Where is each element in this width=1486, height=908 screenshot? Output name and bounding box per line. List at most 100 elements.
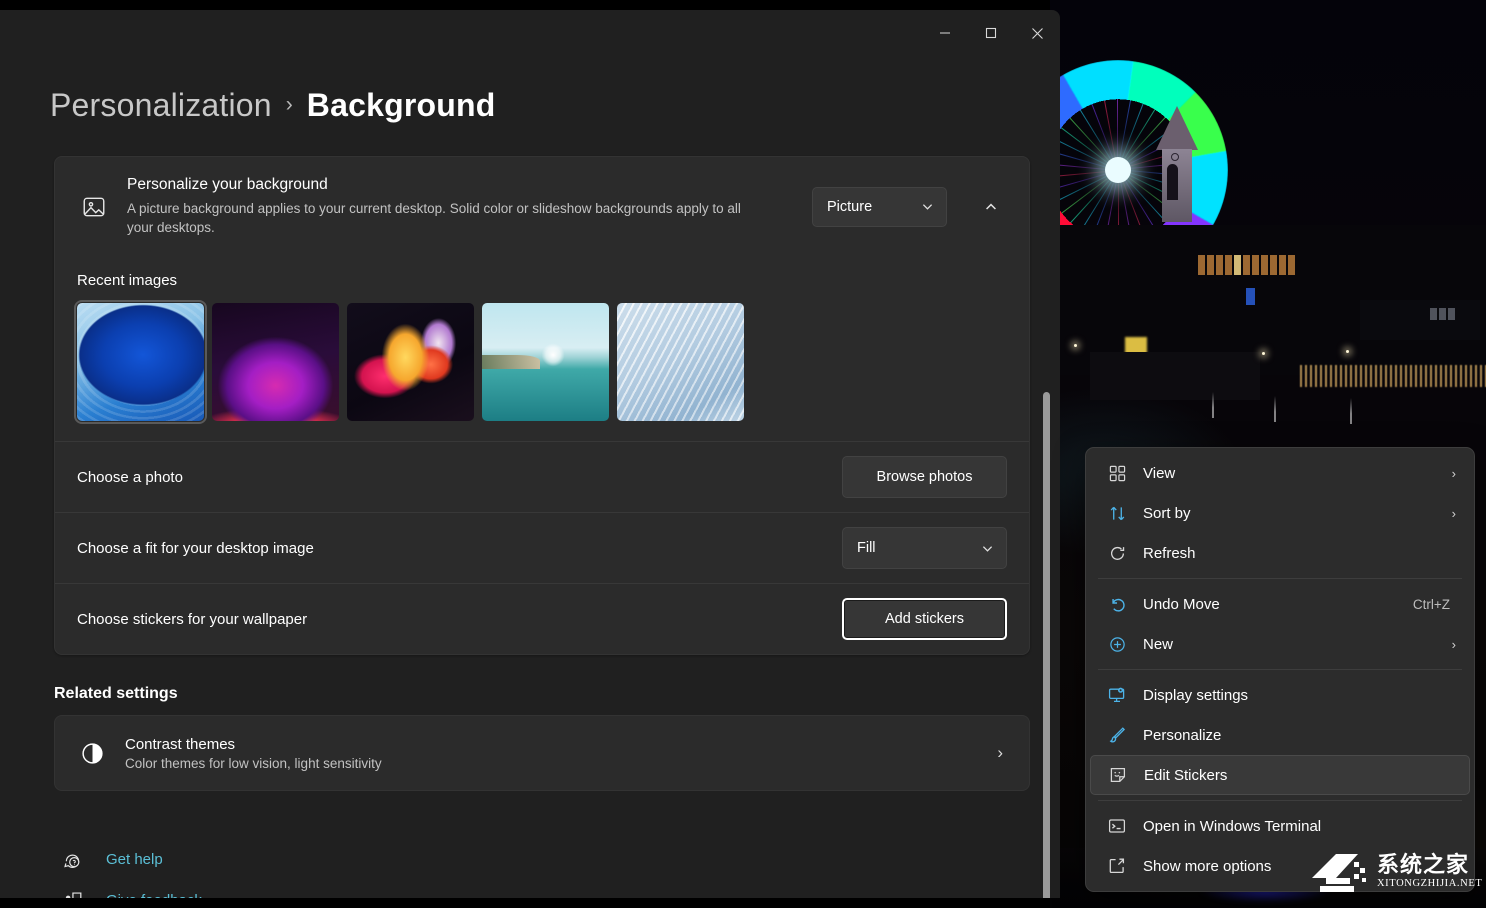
close-button[interactable]: [1014, 10, 1060, 56]
screen: Personalization › Background: [0, 0, 1486, 908]
refresh-icon: [1104, 545, 1130, 562]
bridge-string-lights: [1300, 365, 1486, 387]
contrast-themes-texts: Contrast themes Color themes for low vis…: [125, 736, 979, 771]
settings-window: Personalization › Background: [0, 10, 1060, 898]
related-settings-heading: Related settings: [54, 685, 1030, 703]
show-more-icon: [1104, 857, 1130, 875]
context-menu-item-sort-by[interactable]: Sort by ›: [1090, 493, 1470, 533]
browse-photos-button[interactable]: Browse photos: [842, 456, 1007, 498]
chevron-down-icon: [921, 200, 934, 213]
contrast-themes-card[interactable]: Contrast themes Color themes for low vis…: [54, 715, 1030, 791]
lit-windows-row: [1198, 255, 1295, 275]
maximize-button[interactable]: [968, 10, 1014, 56]
get-help-row[interactable]: Get help: [54, 839, 1030, 880]
choose-stickers-label: Choose stickers for your wallpaper: [77, 611, 307, 628]
page-content: Personalize your background A picture ba…: [0, 134, 1060, 898]
plus-circle-icon: [1104, 636, 1130, 653]
personalize-background-card: Personalize your background A picture ba…: [54, 156, 1030, 655]
far-lit-windows: [1430, 308, 1455, 320]
context-menu-label: Display settings: [1130, 687, 1460, 704]
contrast-icon: [77, 738, 107, 768]
sort-arrows-icon: [1104, 505, 1130, 522]
context-menu-item-view[interactable]: View ›: [1090, 453, 1470, 493]
context-menu-label: Show more options: [1130, 858, 1460, 875]
undo-icon: [1104, 596, 1130, 613]
submenu-chevron-icon: ›: [1452, 637, 1460, 652]
breadcrumb: Personalization › Background: [0, 62, 1060, 134]
choose-a-photo-row: Choose a photo Browse photos: [55, 442, 1029, 512]
choose-a-photo-label: Choose a photo: [77, 469, 183, 486]
give-feedback-row[interactable]: Give feedback: [54, 880, 1030, 898]
personalize-background-subtitle: A picture background applies to your cur…: [127, 199, 767, 238]
contrast-themes-subtitle: Color themes for low vision, light sensi…: [125, 756, 979, 771]
add-stickers-button[interactable]: Add stickers: [842, 598, 1007, 640]
recent-image-thumbnail[interactable]: [77, 303, 204, 421]
context-menu-label: Personalize: [1130, 727, 1460, 744]
chevron-down-icon: [981, 542, 994, 555]
context-menu-accelerator: Ctrl+Z: [1413, 597, 1460, 612]
context-menu-label: Sort by: [1130, 505, 1452, 522]
desktop-image-fit-value: Fill: [857, 540, 876, 556]
background-type-value: Picture: [827, 199, 872, 215]
context-menu-label: Edit Stickers: [1131, 767, 1459, 784]
choose-a-fit-label: Choose a fit for your desktop image: [77, 540, 314, 557]
picture-icon: [77, 190, 111, 224]
recent-images-list: [77, 303, 1007, 421]
context-menu-label: New: [1130, 636, 1452, 653]
context-menu-label: Refresh: [1130, 545, 1460, 562]
monitor-icon: [1104, 686, 1130, 704]
terminal-icon: [1104, 817, 1130, 835]
submenu-chevron-icon: ›: [1452, 466, 1460, 481]
breadcrumb-separator-icon: ›: [286, 93, 293, 117]
context-menu-item-refresh[interactable]: Refresh: [1090, 533, 1470, 573]
personalize-background-texts: Personalize your background A picture ba…: [127, 175, 796, 238]
context-menu-item-display-settings[interactable]: Display settings: [1090, 675, 1470, 715]
minimize-button[interactable]: [922, 10, 968, 56]
blue-window: [1246, 288, 1255, 305]
recent-image-thumbnail[interactable]: [617, 303, 744, 421]
context-menu-label: Undo Move: [1130, 596, 1413, 613]
give-feedback-link[interactable]: Give feedback: [106, 892, 202, 898]
recent-images-section: Recent images: [55, 256, 1029, 441]
card-expander-toggle[interactable]: [973, 189, 1009, 225]
context-menu-separator: [1098, 578, 1462, 579]
footer-links: Get help Give feedback: [54, 839, 1030, 898]
brush-icon: [1104, 726, 1130, 744]
context-menu-separator: [1098, 669, 1462, 670]
caption-buttons: [922, 10, 1060, 56]
context-menu-separator: [1098, 800, 1462, 801]
title-bar[interactable]: [0, 10, 1060, 62]
context-menu-item-open-in-windows-terminal[interactable]: Open in Windows Terminal: [1090, 806, 1470, 846]
context-menu-item-show-more-options[interactable]: Show more options: [1090, 846, 1470, 886]
chevron-right-icon: ›: [997, 743, 1009, 763]
context-menu-item-personalize[interactable]: Personalize: [1090, 715, 1470, 755]
church-tower: [1156, 106, 1198, 222]
contrast-themes-title: Contrast themes: [125, 736, 979, 753]
riverboat: [1090, 352, 1260, 400]
context-menu-item-new[interactable]: New ›: [1090, 624, 1470, 664]
personalize-background-row: Personalize your background A picture ba…: [55, 157, 1029, 256]
context-menu-item-undo-move[interactable]: Undo Move Ctrl+Z: [1090, 584, 1470, 624]
submenu-chevron-icon: ›: [1452, 506, 1460, 521]
recent-image-thumbnail[interactable]: [212, 303, 339, 421]
page-title: Background: [307, 87, 496, 124]
breadcrumb-personalization[interactable]: Personalization: [50, 87, 272, 124]
choose-stickers-row: Choose stickers for your wallpaper Add s…: [55, 584, 1029, 654]
context-menu-item-edit-stickers[interactable]: Edit Stickers: [1090, 755, 1470, 795]
recent-image-thumbnail[interactable]: [482, 303, 609, 421]
grid-icon: [1104, 465, 1130, 482]
context-menu-label: View: [1130, 465, 1452, 482]
context-menu-label: Open in Windows Terminal: [1130, 818, 1460, 835]
vertical-scrollbar[interactable]: [1043, 392, 1050, 898]
background-type-dropdown[interactable]: Picture: [812, 187, 947, 227]
choose-a-fit-row: Choose a fit for your desktop image Fill: [55, 513, 1029, 583]
desktop-image-fit-dropdown[interactable]: Fill: [842, 527, 1007, 569]
recent-image-thumbnail[interactable]: [347, 303, 474, 421]
desktop-context-menu: View › Sort by › Refresh: [1085, 447, 1475, 892]
feedback-icon: [60, 889, 84, 898]
recent-images-label: Recent images: [77, 272, 1007, 289]
get-help-link[interactable]: Get help: [106, 851, 163, 868]
help-icon: [60, 848, 84, 872]
sticker-icon: [1105, 766, 1131, 784]
personalize-background-title: Personalize your background: [127, 175, 782, 196]
